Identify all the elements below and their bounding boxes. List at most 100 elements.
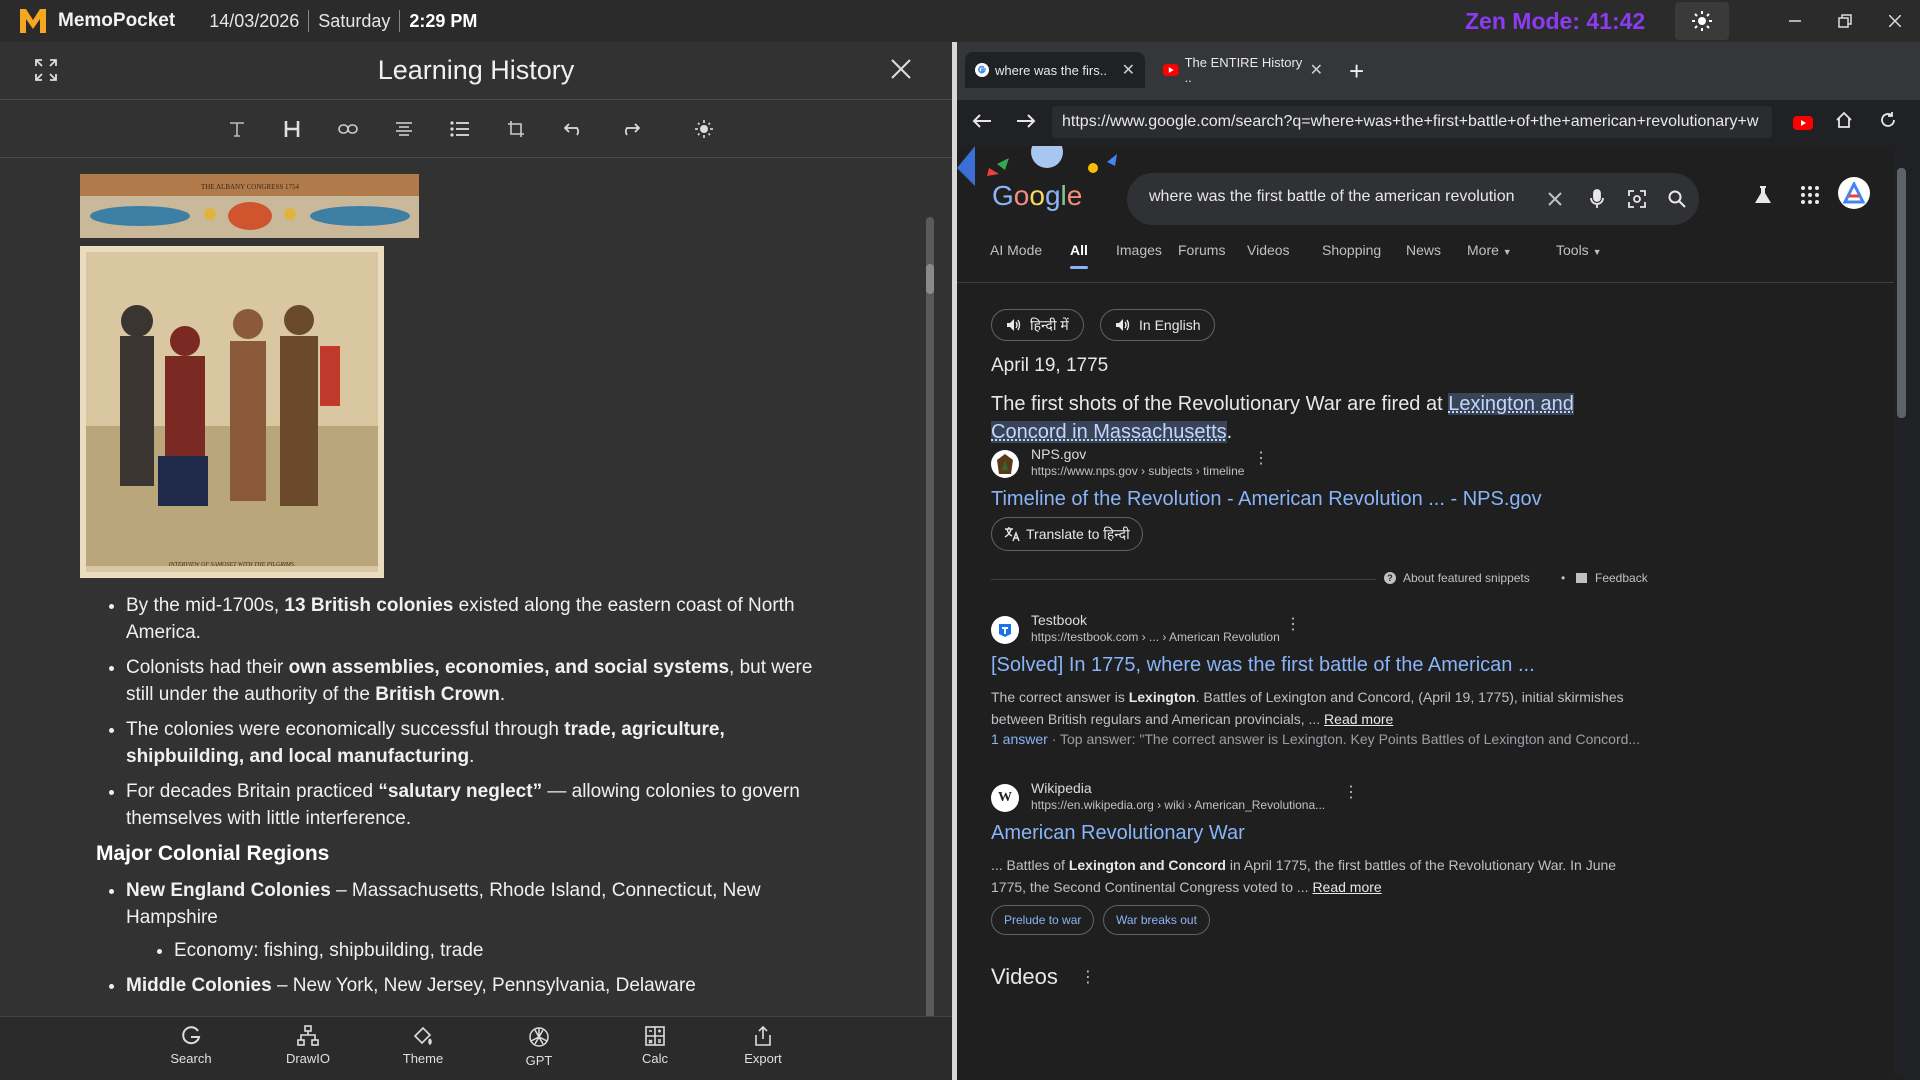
more-options-icon[interactable]: ⋮ bbox=[1253, 448, 1269, 468]
account-avatar[interactable] bbox=[1838, 177, 1870, 209]
speaker-icon bbox=[1007, 319, 1021, 331]
apps-button[interactable] bbox=[1795, 180, 1825, 210]
more-options-icon[interactable]: ⋮ bbox=[1080, 967, 1096, 987]
labs-button[interactable] bbox=[1748, 180, 1778, 210]
minimize-button[interactable] bbox=[1770, 0, 1820, 42]
notes-scrollbar-thumb[interactable] bbox=[926, 264, 934, 294]
bottom-action-bar: Search DrawIO Theme GPT Calc Export bbox=[0, 1016, 952, 1080]
listen-hindi-button[interactable]: हिन्दी में bbox=[991, 309, 1084, 341]
expand-icon bbox=[35, 59, 57, 81]
clear-search-button[interactable] bbox=[1543, 187, 1567, 211]
address-row: https://www.google.com/search?q=where+wa… bbox=[957, 100, 1920, 146]
google-logo[interactable]: Google bbox=[992, 180, 1082, 212]
diagram-icon bbox=[297, 1025, 319, 1046]
expand-button[interactable] bbox=[34, 58, 60, 84]
close-tab-icon[interactable]: ✕ bbox=[1122, 60, 1135, 80]
theme-toggle-button[interactable] bbox=[1675, 2, 1729, 40]
undo-button[interactable] bbox=[561, 116, 587, 142]
tab-shopping[interactable]: Shopping bbox=[1322, 242, 1381, 258]
more-options-icon[interactable]: ⋮ bbox=[1285, 614, 1301, 634]
zen-mode-timer[interactable]: Zen Mode: 41:42 bbox=[1465, 8, 1645, 35]
translate-icon bbox=[1004, 527, 1020, 542]
crop-button[interactable] bbox=[503, 116, 529, 142]
tab-tools[interactable]: Tools ▼ bbox=[1556, 242, 1602, 258]
close-window-button[interactable] bbox=[1870, 0, 1920, 42]
feedback-icon bbox=[1576, 573, 1587, 583]
about-featured-snippets[interactable]: ? About featured snippets bbox=[1384, 571, 1530, 585]
tab-images[interactable]: Images bbox=[1116, 242, 1162, 258]
close-tab-icon[interactable]: ✕ bbox=[1310, 60, 1323, 80]
tab-ai-mode[interactable]: AI Mode bbox=[990, 242, 1042, 258]
translate-button[interactable]: Translate to हिन्दी bbox=[991, 517, 1143, 551]
read-more-link[interactable]: Read more bbox=[1312, 879, 1381, 895]
tab-forums[interactable]: Forums bbox=[1178, 242, 1225, 258]
apps-grid-icon bbox=[1801, 186, 1819, 204]
heading-button[interactable] bbox=[279, 116, 305, 142]
redo-button[interactable] bbox=[617, 116, 643, 142]
more-options-icon[interactable]: ⋮ bbox=[1343, 782, 1359, 802]
export-button[interactable]: Export bbox=[723, 1025, 803, 1066]
tab-videos[interactable]: Videos bbox=[1247, 242, 1290, 258]
search-box[interactable]: where was the first battle of the americ… bbox=[1127, 173, 1699, 225]
help-icon: ? bbox=[1384, 572, 1396, 584]
page-scrollbar-thumb[interactable] bbox=[1897, 168, 1906, 418]
result-site-name: NPS.gov bbox=[1031, 446, 1087, 462]
result-title[interactable]: American Revolutionary War bbox=[991, 822, 1245, 845]
chip-war-breaks-out[interactable]: War breaks out bbox=[1103, 905, 1210, 935]
section-heading: Major Colonial Regions bbox=[96, 842, 330, 865]
brightness-button[interactable] bbox=[691, 116, 717, 142]
videos-section: Videos ⋮ bbox=[991, 964, 1096, 990]
divider bbox=[399, 10, 401, 32]
answers-link[interactable]: 1 answer bbox=[991, 731, 1048, 747]
flask-icon bbox=[1755, 186, 1771, 203]
voice-search-button[interactable] bbox=[1585, 187, 1609, 211]
camera-lens-icon bbox=[1628, 190, 1646, 208]
feedback-link[interactable]: Feedback bbox=[1576, 571, 1648, 585]
drawio-button[interactable]: DrawIO bbox=[268, 1025, 348, 1066]
tab-youtube[interactable]: The ENTIRE History .. ✕ bbox=[1153, 52, 1333, 88]
google-g-icon bbox=[182, 1026, 201, 1045]
tab-all[interactable]: All bbox=[1070, 242, 1088, 269]
restore-button[interactable] bbox=[1820, 0, 1870, 42]
result-title[interactable]: Timeline of the Revolution - American Re… bbox=[991, 488, 1542, 511]
close-icon bbox=[1548, 192, 1562, 206]
theme-button[interactable]: Theme bbox=[383, 1025, 463, 1066]
calc-button[interactable]: Calc bbox=[615, 1025, 695, 1066]
tab-more[interactable]: More ▼ bbox=[1467, 242, 1512, 258]
close-notes-button[interactable] bbox=[890, 58, 916, 84]
notes-scrollbar[interactable] bbox=[926, 217, 934, 1047]
back-button[interactable] bbox=[972, 112, 992, 136]
youtube-extension-button[interactable] bbox=[1793, 113, 1813, 136]
text-format-button[interactable] bbox=[224, 116, 250, 142]
list-item: Middle Colonies – New York, New Jersey, … bbox=[126, 972, 816, 998]
forward-button[interactable] bbox=[1016, 112, 1036, 136]
align-center-button[interactable] bbox=[391, 116, 417, 142]
search-button[interactable]: Search bbox=[151, 1025, 231, 1066]
share-icon bbox=[755, 1025, 771, 1046]
bullet-list-button[interactable] bbox=[447, 116, 473, 142]
read-more-link[interactable]: Read more bbox=[1324, 711, 1393, 727]
search-submit-button[interactable] bbox=[1665, 187, 1689, 211]
tab-google-search[interactable]: where was the firs.. ✕ bbox=[965, 52, 1145, 88]
result-snippet: ... Battles of Lexington and Concord in … bbox=[991, 857, 1617, 895]
note-content[interactable]: THE ALBANY CONGRESS 1754 INTERVIEW OF SA… bbox=[0, 160, 935, 998]
heading-icon bbox=[284, 121, 300, 137]
chip-prelude-to-war[interactable]: Prelude to war bbox=[991, 905, 1095, 935]
result-breadcrumb: https://www.nps.gov › subjects › timelin… bbox=[1031, 464, 1245, 478]
home-button[interactable] bbox=[1835, 111, 1853, 135]
gpt-button[interactable]: GPT bbox=[499, 1025, 579, 1068]
listen-english-button[interactable]: In English bbox=[1100, 309, 1216, 341]
date-text: 14/03/2026 bbox=[209, 10, 300, 31]
address-bar[interactable]: https://www.google.com/search?q=where+wa… bbox=[1052, 106, 1772, 138]
app-name: MemoPocket bbox=[58, 10, 176, 31]
reload-button[interactable] bbox=[1879, 111, 1897, 135]
search-input[interactable]: where was the first battle of the americ… bbox=[1149, 188, 1541, 206]
tab-news[interactable]: News bbox=[1406, 242, 1441, 258]
result-title[interactable]: [Solved] In 1775, where was the first ba… bbox=[991, 654, 1535, 677]
new-tab-button[interactable]: + bbox=[1349, 56, 1364, 87]
divider bbox=[991, 579, 1376, 580]
link-button[interactable] bbox=[335, 116, 361, 142]
notes-text: By the mid-1700s, 13 British colonies ex… bbox=[96, 592, 816, 998]
lens-search-button[interactable] bbox=[1625, 187, 1649, 211]
forward-arrow-icon bbox=[1017, 114, 1036, 128]
